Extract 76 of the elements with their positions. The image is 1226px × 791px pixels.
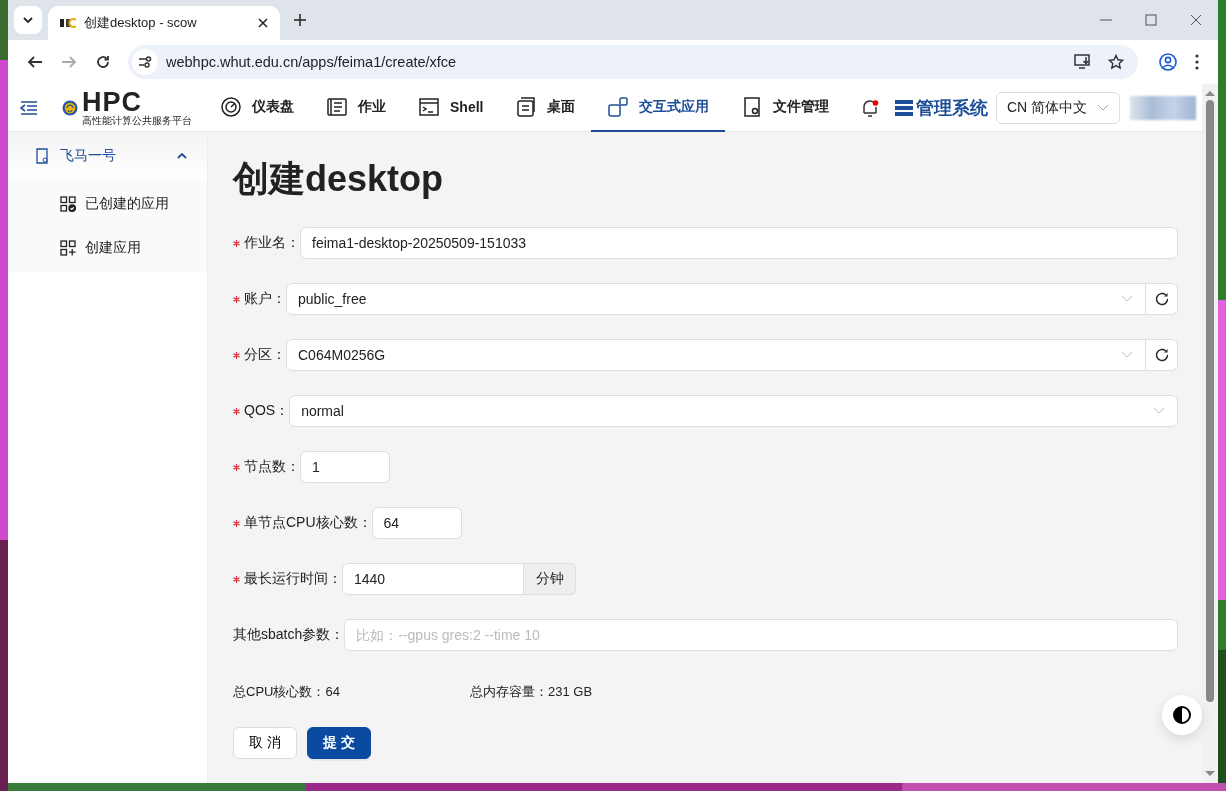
squares-icon xyxy=(607,95,630,118)
input-field[interactable]: 1 xyxy=(300,451,390,483)
scrollbar[interactable] xyxy=(1202,84,1218,783)
admin-link[interactable]: 管理系统 xyxy=(893,95,988,120)
browser-tab[interactable]: 创建desktop - scow xyxy=(48,6,280,40)
nav-tab[interactable]: 作业 xyxy=(310,83,402,132)
notes-icon xyxy=(515,95,538,118)
input-field[interactable]: 比如：--gpus gres:2 --time 10 xyxy=(344,619,1178,651)
nav-tab[interactable]: 文件管理 xyxy=(725,83,846,132)
terminal-icon xyxy=(418,95,440,118)
chevron-down-icon xyxy=(1153,407,1165,415)
refresh-button[interactable] xyxy=(1146,339,1178,371)
chevron-down-icon xyxy=(1097,103,1109,112)
field-label: 分区： xyxy=(244,346,286,364)
new-tab-icon[interactable] xyxy=(294,14,306,26)
blurred-username xyxy=(1130,95,1196,120)
refresh-button[interactable] xyxy=(1146,283,1178,315)
grid-plus-icon xyxy=(60,240,76,256)
field-label: 其他sbatch参数： xyxy=(233,626,345,644)
chevron-down-icon xyxy=(1121,295,1133,303)
address-bar[interactable]: webhpc.whut.edu.cn/apps/feima1/create/xfce xyxy=(128,45,1138,79)
server-icon xyxy=(893,97,914,118)
logo-icon xyxy=(60,18,76,28)
field-label: 节点数： xyxy=(244,458,300,476)
scroll-down-icon[interactable] xyxy=(1205,771,1215,777)
theme-toggle-button[interactable] xyxy=(1162,695,1202,735)
chevron-down-icon xyxy=(1121,351,1133,359)
input-field[interactable]: 1440 xyxy=(342,563,524,595)
field-label: 作业名： xyxy=(244,234,300,252)
language-select[interactable]: CN 简体中文 xyxy=(995,91,1120,124)
caret-icon xyxy=(177,152,187,160)
back-icon[interactable] xyxy=(27,54,43,70)
summary-text: 总CPU核心数：64 xyxy=(233,683,341,701)
unit-addon: 分钟 xyxy=(524,563,576,595)
field-label: 最长运行时间： xyxy=(244,570,342,588)
select-field[interactable]: normal xyxy=(289,395,1178,427)
close-icon[interactable] xyxy=(258,18,268,28)
gauge-icon xyxy=(220,95,242,118)
field-label: QOS： xyxy=(244,402,290,420)
select-field[interactable]: public_free xyxy=(286,283,1146,315)
submit-button[interactable]: 提 交 xyxy=(306,727,371,759)
maximize-icon[interactable] xyxy=(1145,14,1157,26)
summary-text: 总内存容量：231 GB xyxy=(470,683,594,701)
url-text: webhpc.whut.edu.cn/apps/feima1/create/xfce xyxy=(166,54,457,70)
scroll-up-icon[interactable] xyxy=(1205,90,1215,96)
file-icon xyxy=(34,148,50,164)
scrollbar-thumb[interactable] xyxy=(1206,100,1214,702)
more-icon[interactable] xyxy=(1195,54,1199,70)
sidebar-item[interactable]: 已创建的应用 xyxy=(8,182,207,226)
star-icon[interactable] xyxy=(1108,54,1124,70)
input-field[interactable]: feima1-desktop-20250509-151033 xyxy=(300,227,1178,259)
nav-tab[interactable]: 仪表盘 xyxy=(204,83,310,132)
logo-text: HPC xyxy=(82,89,142,116)
nav-tab[interactable]: Shell xyxy=(402,83,500,132)
menu-icon[interactable] xyxy=(20,100,38,115)
tab-title: 创建desktop - scow xyxy=(84,14,198,32)
reload-icon[interactable] xyxy=(95,54,111,70)
profile-icon[interactable] xyxy=(1159,53,1177,71)
site-info-icon[interactable] xyxy=(132,49,158,75)
cancel-button[interactable]: 取 消 xyxy=(233,727,297,759)
grid-check-icon xyxy=(60,196,76,212)
contrast-icon xyxy=(1172,705,1192,725)
refresh-icon xyxy=(1153,291,1170,307)
nav-tab[interactable]: 桌面 xyxy=(499,83,592,132)
page-title: 创建desktop xyxy=(233,157,445,201)
document-icon xyxy=(326,95,348,118)
select-field[interactable]: C064M0256G xyxy=(286,339,1146,371)
install-app-icon[interactable] xyxy=(1074,54,1092,70)
field-label: 账户： xyxy=(244,290,286,308)
field-label: 单节点CPU核心数： xyxy=(244,514,372,532)
tab-list-button[interactable] xyxy=(14,6,42,34)
logo-subtitle: 高性能计算公共服务平台 xyxy=(82,116,192,126)
refresh-icon xyxy=(1153,347,1170,363)
chevron-down-icon xyxy=(22,14,34,26)
sidebar-item[interactable]: 创建应用 xyxy=(8,226,207,270)
input-field[interactable]: 64 xyxy=(371,507,462,539)
